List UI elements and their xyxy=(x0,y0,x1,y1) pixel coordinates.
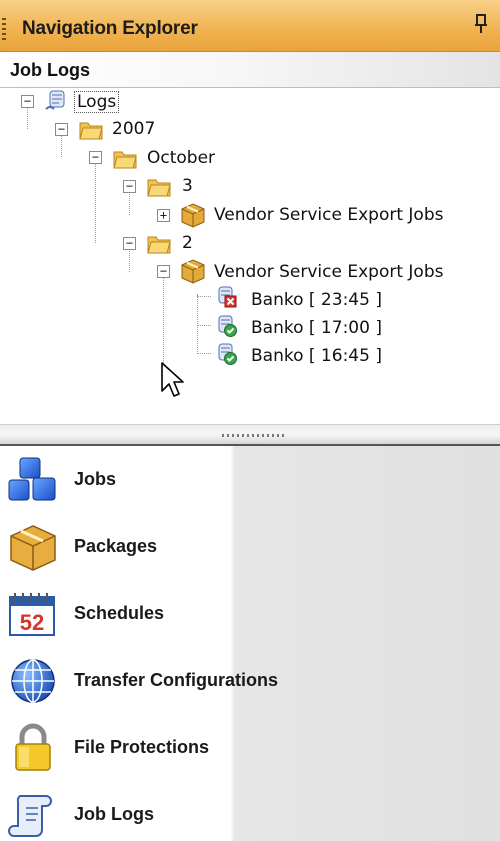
tree-node-2007[interactable]: 2007 xyxy=(112,119,155,139)
package-icon xyxy=(10,525,56,571)
section-title: Job Logs xyxy=(10,60,90,80)
nav-label: Job Logs xyxy=(74,804,154,824)
folder-icon xyxy=(146,174,172,198)
globe-icon xyxy=(11,659,55,703)
tree-connector xyxy=(129,249,130,272)
folder-icon xyxy=(78,117,104,141)
tree-connector xyxy=(163,277,164,373)
nav-item-file-protections[interactable]: File Protections xyxy=(0,714,500,781)
folder-icon xyxy=(146,231,172,255)
splitter-grip[interactable] xyxy=(222,434,284,437)
log-entry[interactable]: Banko [ 16:45 ] xyxy=(251,346,382,366)
collapse-toggle[interactable]: − xyxy=(123,180,136,193)
panel-title-bar: Navigation Explorer xyxy=(0,0,500,52)
tree-connector xyxy=(27,106,28,129)
calendar-number: 52 xyxy=(20,610,44,635)
nav-label: Packages xyxy=(74,536,158,556)
expand-toggle[interactable]: + xyxy=(157,209,170,222)
tree-connector xyxy=(197,353,211,354)
tree-connector xyxy=(61,134,62,157)
tree-node-vendor-export-jobs[interactable]: Vendor Service Export Jobs xyxy=(214,205,443,225)
navigation-list: Jobs Packages 52 Schedules Transfer Conf… xyxy=(0,446,500,841)
nav-item-schedules[interactable]: 52 Schedules xyxy=(0,580,500,647)
log-success-icon xyxy=(213,342,239,366)
log-tree: − Logs − 2007 − October − 3 + Vendor Ser… xyxy=(0,89,500,424)
tree-node-day-2[interactable]: 2 xyxy=(182,233,193,253)
tree-node-october[interactable]: October xyxy=(147,148,215,168)
tree-connector xyxy=(197,296,211,297)
nav-label: Schedules xyxy=(74,603,165,623)
package-icon xyxy=(179,257,205,284)
log-error-icon xyxy=(213,285,239,309)
tree-connector xyxy=(95,162,96,243)
collapse-toggle[interactable]: − xyxy=(157,265,170,278)
nav-item-transfer-configurations[interactable]: Transfer Configurations xyxy=(0,647,500,714)
padlock-icon xyxy=(15,723,51,771)
tree-node-day-3[interactable]: 3 xyxy=(182,176,193,196)
jobs-cubes-icon xyxy=(8,457,56,501)
nav-label: Transfer Configurations xyxy=(74,670,279,690)
tree-connector xyxy=(129,192,130,215)
scroll-icon xyxy=(8,795,52,837)
nav-label: Jobs xyxy=(74,469,117,489)
drag-grip[interactable] xyxy=(2,18,6,40)
log-success-icon xyxy=(213,314,239,338)
log-entry[interactable]: Banko [ 23:45 ] xyxy=(251,290,382,310)
collapse-toggle[interactable]: − xyxy=(123,237,136,250)
tree-connector xyxy=(197,325,211,326)
section-header: Job Logs xyxy=(0,52,500,88)
nav-item-packages[interactable]: Packages xyxy=(0,513,500,580)
collapse-toggle[interactable]: − xyxy=(55,123,68,136)
mouse-cursor-icon xyxy=(161,362,184,397)
tree-node-logs[interactable]: Logs xyxy=(74,91,120,113)
nav-label: File Protections xyxy=(74,737,210,757)
calendar-icon: 52 xyxy=(9,593,55,636)
folder-icon xyxy=(112,146,138,170)
nav-item-job-logs[interactable]: Job Logs xyxy=(0,781,500,841)
tree-connector xyxy=(197,294,198,354)
panel-splitter[interactable] xyxy=(0,424,500,446)
log-entry[interactable]: Banko [ 17:00 ] xyxy=(251,318,382,338)
collapse-toggle[interactable]: − xyxy=(89,151,102,164)
package-icon xyxy=(179,201,205,228)
logs-icon xyxy=(44,89,70,113)
pin-icon[interactable] xyxy=(474,14,488,40)
panel-title: Navigation Explorer xyxy=(22,18,198,39)
nav-item-jobs[interactable]: Jobs xyxy=(0,446,500,513)
tree-node-vendor-export-jobs[interactable]: Vendor Service Export Jobs xyxy=(214,262,443,282)
collapse-toggle[interactable]: − xyxy=(21,95,34,108)
